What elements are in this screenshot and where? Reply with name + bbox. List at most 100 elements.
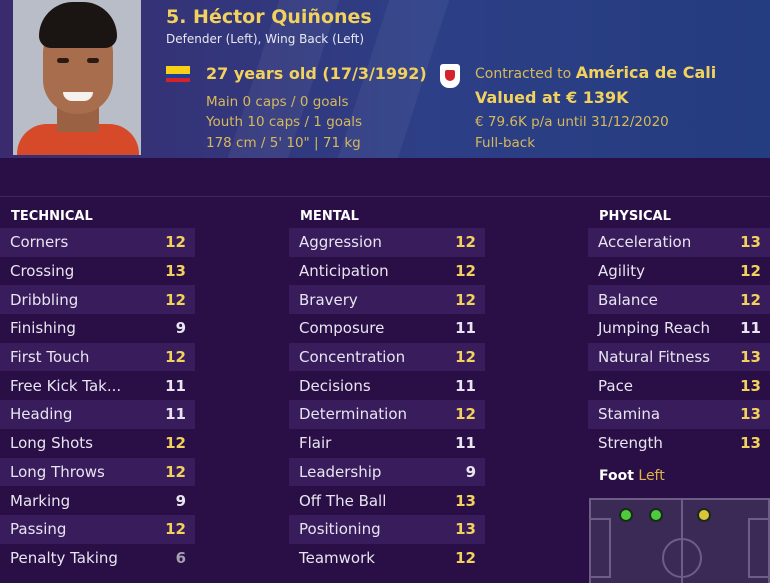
player-body: 178 cm / 5' 10" | 71 kg bbox=[206, 135, 361, 151]
attribute-row[interactable]: Determination 12 bbox=[289, 400, 485, 429]
attribute-label: Concentration bbox=[299, 348, 406, 367]
attribute-label: Positioning bbox=[299, 520, 381, 539]
attribute-row[interactable]: Heading 11 bbox=[0, 400, 195, 429]
attribute-value: 12 bbox=[165, 434, 186, 453]
attribute-label: Stamina bbox=[598, 405, 661, 424]
club-link[interactable]: América de Cali bbox=[576, 63, 717, 82]
player-name[interactable]: 5. Héctor Quiñones bbox=[166, 6, 372, 28]
attribute-row[interactable]: Off The Ball 13 bbox=[289, 486, 485, 515]
attribute-label: Finishing bbox=[10, 319, 76, 338]
player-role: Full-back bbox=[475, 135, 536, 151]
attribute-value: 11 bbox=[455, 319, 476, 338]
colombia-flag-icon bbox=[166, 66, 190, 82]
player-photo bbox=[13, 0, 141, 155]
attribute-value: 11 bbox=[455, 376, 476, 395]
attribute-row[interactable]: Teamwork 12 bbox=[289, 544, 485, 573]
attribute-label: Off The Ball bbox=[299, 491, 387, 510]
attribute-label: Acceleration bbox=[598, 233, 692, 252]
attribute-value: 9 bbox=[175, 319, 186, 338]
attribute-value: 9 bbox=[175, 491, 186, 510]
attribute-label: Anticipation bbox=[299, 262, 389, 281]
attribute-value: 12 bbox=[165, 348, 186, 367]
attribute-value: 12 bbox=[455, 405, 476, 424]
attribute-label: Free Kick Tak... bbox=[10, 376, 122, 395]
attribute-value: 12 bbox=[165, 233, 186, 252]
physical-heading: PHYSICAL bbox=[599, 209, 671, 224]
position-dot-accomplished bbox=[697, 508, 711, 522]
attribute-row[interactable]: Decisions 11 bbox=[289, 371, 485, 400]
attribute-value: 13 bbox=[740, 405, 761, 424]
attribute-row[interactable]: Positioning 13 bbox=[289, 514, 485, 544]
attribute-label: Determination bbox=[299, 405, 408, 424]
attribute-row[interactable]: Crossing 13 bbox=[0, 257, 195, 286]
technical-attributes: TECHNICAL Corners 12 Crossing 13 Dribbling 12… bbox=[0, 206, 195, 572]
attribute-value: 13 bbox=[740, 348, 761, 367]
attribute-value: 11 bbox=[165, 405, 186, 424]
attribute-value: 11 bbox=[740, 319, 761, 338]
attribute-value: 12 bbox=[455, 290, 476, 309]
foot-value: Left bbox=[638, 468, 665, 484]
attribute-value: 9 bbox=[465, 462, 476, 481]
attribute-value: 12 bbox=[165, 462, 186, 481]
mental-attributes: MENTAL Aggression 12 Anticipation 12 Bravery… bbox=[289, 206, 485, 572]
mental-heading: MENTAL bbox=[300, 209, 359, 224]
position-dot-natural bbox=[619, 508, 633, 522]
attribute-label: Dribbling bbox=[10, 290, 79, 309]
attribute-label: Passing bbox=[10, 520, 67, 539]
attribute-label: Strength bbox=[598, 434, 663, 453]
technical-heading: TECHNICAL bbox=[11, 209, 93, 224]
position-dot-natural bbox=[649, 508, 663, 522]
attribute-label: Long Throws bbox=[10, 462, 105, 481]
attribute-row[interactable]: First Touch 12 bbox=[0, 342, 195, 372]
attribute-row[interactable]: Stamina 13 bbox=[588, 400, 770, 429]
attribute-row[interactable]: Bravery 12 bbox=[289, 285, 485, 315]
attribute-row[interactable]: Aggression 12 bbox=[289, 228, 485, 257]
attribute-row[interactable]: Leadership 9 bbox=[289, 457, 485, 487]
attribute-row[interactable]: Agility 12 bbox=[588, 257, 770, 286]
attribute-row[interactable]: Anticipation 12 bbox=[289, 257, 485, 286]
attribute-row[interactable]: Acceleration 13 bbox=[588, 228, 770, 257]
physical-attributes: PHYSICAL Acceleration 13 Agility 12 Balance 1… bbox=[588, 206, 770, 458]
club-badge-icon[interactable] bbox=[440, 64, 460, 88]
attribute-row[interactable]: Passing 12 bbox=[0, 514, 195, 544]
attribute-value: 13 bbox=[165, 262, 186, 281]
attribute-row[interactable]: Natural Fitness 13 bbox=[588, 342, 770, 372]
attribute-row[interactable]: Composure 11 bbox=[289, 314, 485, 343]
attribute-row[interactable]: Free Kick Tak... 11 bbox=[0, 371, 195, 400]
attribute-label: Marking bbox=[10, 491, 71, 510]
attribute-label: Composure bbox=[299, 319, 385, 338]
attribute-row[interactable]: Long Throws 12 bbox=[0, 457, 195, 487]
player-age: 27 years old (17/3/1992) bbox=[206, 64, 427, 83]
attribute-row[interactable]: Concentration 12 bbox=[289, 342, 485, 372]
attribute-row[interactable]: Penalty Taking 6 bbox=[0, 544, 195, 573]
attribute-row[interactable]: Jumping Reach 11 bbox=[588, 314, 770, 343]
attribute-value: 13 bbox=[740, 376, 761, 395]
attribute-value: 12 bbox=[165, 520, 186, 539]
attribute-label: Heading bbox=[10, 405, 73, 424]
attribute-row[interactable]: Balance 12 bbox=[588, 285, 770, 315]
attribute-row[interactable]: Flair 11 bbox=[289, 429, 485, 458]
attribute-row[interactable]: Marking 9 bbox=[0, 486, 195, 515]
attribute-row[interactable]: Finishing 9 bbox=[0, 314, 195, 343]
attribute-value: 13 bbox=[740, 434, 761, 453]
attribute-label: Long Shots bbox=[10, 434, 93, 453]
youth-caps: Youth 10 caps / 1 goals bbox=[206, 114, 363, 130]
section-divider bbox=[0, 196, 770, 197]
attribute-value: 12 bbox=[165, 290, 186, 309]
player-header: 5. Héctor Quiñones Defender (Left), Wing… bbox=[0, 0, 770, 158]
attribute-row[interactable]: Dribbling 12 bbox=[0, 285, 195, 315]
attribute-value: 13 bbox=[740, 233, 761, 252]
attribute-label: Flair bbox=[299, 434, 332, 453]
attribute-value: 6 bbox=[175, 548, 186, 567]
position-pitch[interactable] bbox=[589, 498, 770, 583]
attribute-value: 12 bbox=[740, 262, 761, 281]
attribute-row[interactable]: Corners 12 bbox=[0, 228, 195, 257]
attribute-value: 12 bbox=[455, 233, 476, 252]
attribute-label: Penalty Taking bbox=[10, 548, 118, 567]
attribute-row[interactable]: Pace 13 bbox=[588, 371, 770, 400]
attribute-value: 12 bbox=[455, 262, 476, 281]
attribute-row[interactable]: Strength 13 bbox=[588, 429, 770, 458]
attribute-row[interactable]: Long Shots 12 bbox=[0, 429, 195, 458]
attribute-label: Natural Fitness bbox=[598, 348, 711, 367]
attribute-label: Agility bbox=[598, 262, 646, 281]
